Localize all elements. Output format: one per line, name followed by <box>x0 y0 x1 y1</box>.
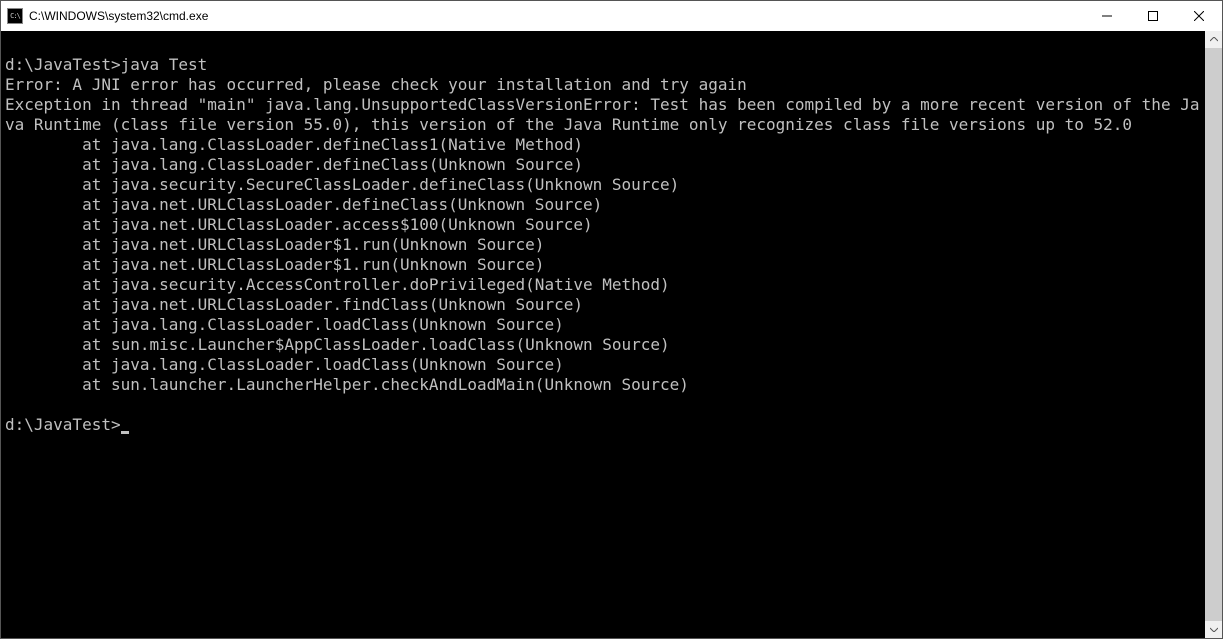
blank-line <box>5 395 1205 415</box>
vertical-scrollbar[interactable] <box>1205 31 1222 638</box>
cmd-window: C:\ C:\WINDOWS\system32\cmd.exe d:\JavaT… <box>0 0 1223 639</box>
minimize-button[interactable] <box>1084 1 1130 31</box>
close-button[interactable] <box>1176 1 1222 31</box>
window-controls <box>1084 1 1222 31</box>
blank-line <box>5 35 1205 55</box>
stack-trace-line: at java.net.URLClassLoader.defineClass(U… <box>5 195 1205 215</box>
terminal-output[interactable]: d:\JavaTest>java TestError: A JNI error … <box>1 31 1205 638</box>
stack-trace-line: at java.lang.ClassLoader.defineClass1(Na… <box>5 135 1205 155</box>
stack-trace-line: at sun.launcher.LauncherHelper.checkAndL… <box>5 375 1205 395</box>
stack-trace-line: at java.net.URLClassLoader$1.run(Unknown… <box>5 255 1205 275</box>
stack-trace-line: at java.net.URLClassLoader$1.run(Unknown… <box>5 235 1205 255</box>
window-title: C:\WINDOWS\system32\cmd.exe <box>29 9 1084 23</box>
chevron-down-icon <box>1210 627 1218 632</box>
close-icon <box>1194 11 1204 21</box>
cursor <box>121 431 129 434</box>
scroll-down-button[interactable] <box>1205 621 1222 638</box>
exception-line: Exception in thread "main" java.lang.Uns… <box>5 95 1205 135</box>
prompt: d:\JavaTest> <box>5 415 121 434</box>
maximize-icon <box>1148 11 1158 21</box>
command: java Test <box>121 55 208 74</box>
titlebar[interactable]: C:\ C:\WINDOWS\system32\cmd.exe <box>1 1 1222 31</box>
error-line: Error: A JNI error has occurred, please … <box>5 75 1205 95</box>
prompt-line-2: d:\JavaTest> <box>5 415 1205 435</box>
prompt: d:\JavaTest> <box>5 55 121 74</box>
stack-trace-line: at java.lang.ClassLoader.loadClass(Unkno… <box>5 315 1205 335</box>
scrollbar-track[interactable] <box>1205 48 1222 621</box>
prompt-line: d:\JavaTest>java Test <box>5 55 1205 75</box>
minimize-icon <box>1102 11 1112 21</box>
stack-trace-line: at java.net.URLClassLoader.findClass(Unk… <box>5 295 1205 315</box>
content-area: d:\JavaTest>java TestError: A JNI error … <box>1 31 1222 638</box>
stack-trace-line: at java.lang.ClassLoader.defineClass(Unk… <box>5 155 1205 175</box>
stack-trace-line: at java.lang.ClassLoader.loadClass(Unkno… <box>5 355 1205 375</box>
stack-trace-line: at java.security.AccessController.doPriv… <box>5 275 1205 295</box>
stack-trace-line: at java.security.SecureClassLoader.defin… <box>5 175 1205 195</box>
scrollbar-thumb[interactable] <box>1205 48 1222 621</box>
scroll-up-button[interactable] <box>1205 31 1222 48</box>
stack-trace-line: at java.net.URLClassLoader.access$100(Un… <box>5 215 1205 235</box>
chevron-up-icon <box>1210 37 1218 42</box>
maximize-button[interactable] <box>1130 1 1176 31</box>
stack-trace-line: at sun.misc.Launcher$AppClassLoader.load… <box>5 335 1205 355</box>
cmd-icon: C:\ <box>7 8 23 24</box>
